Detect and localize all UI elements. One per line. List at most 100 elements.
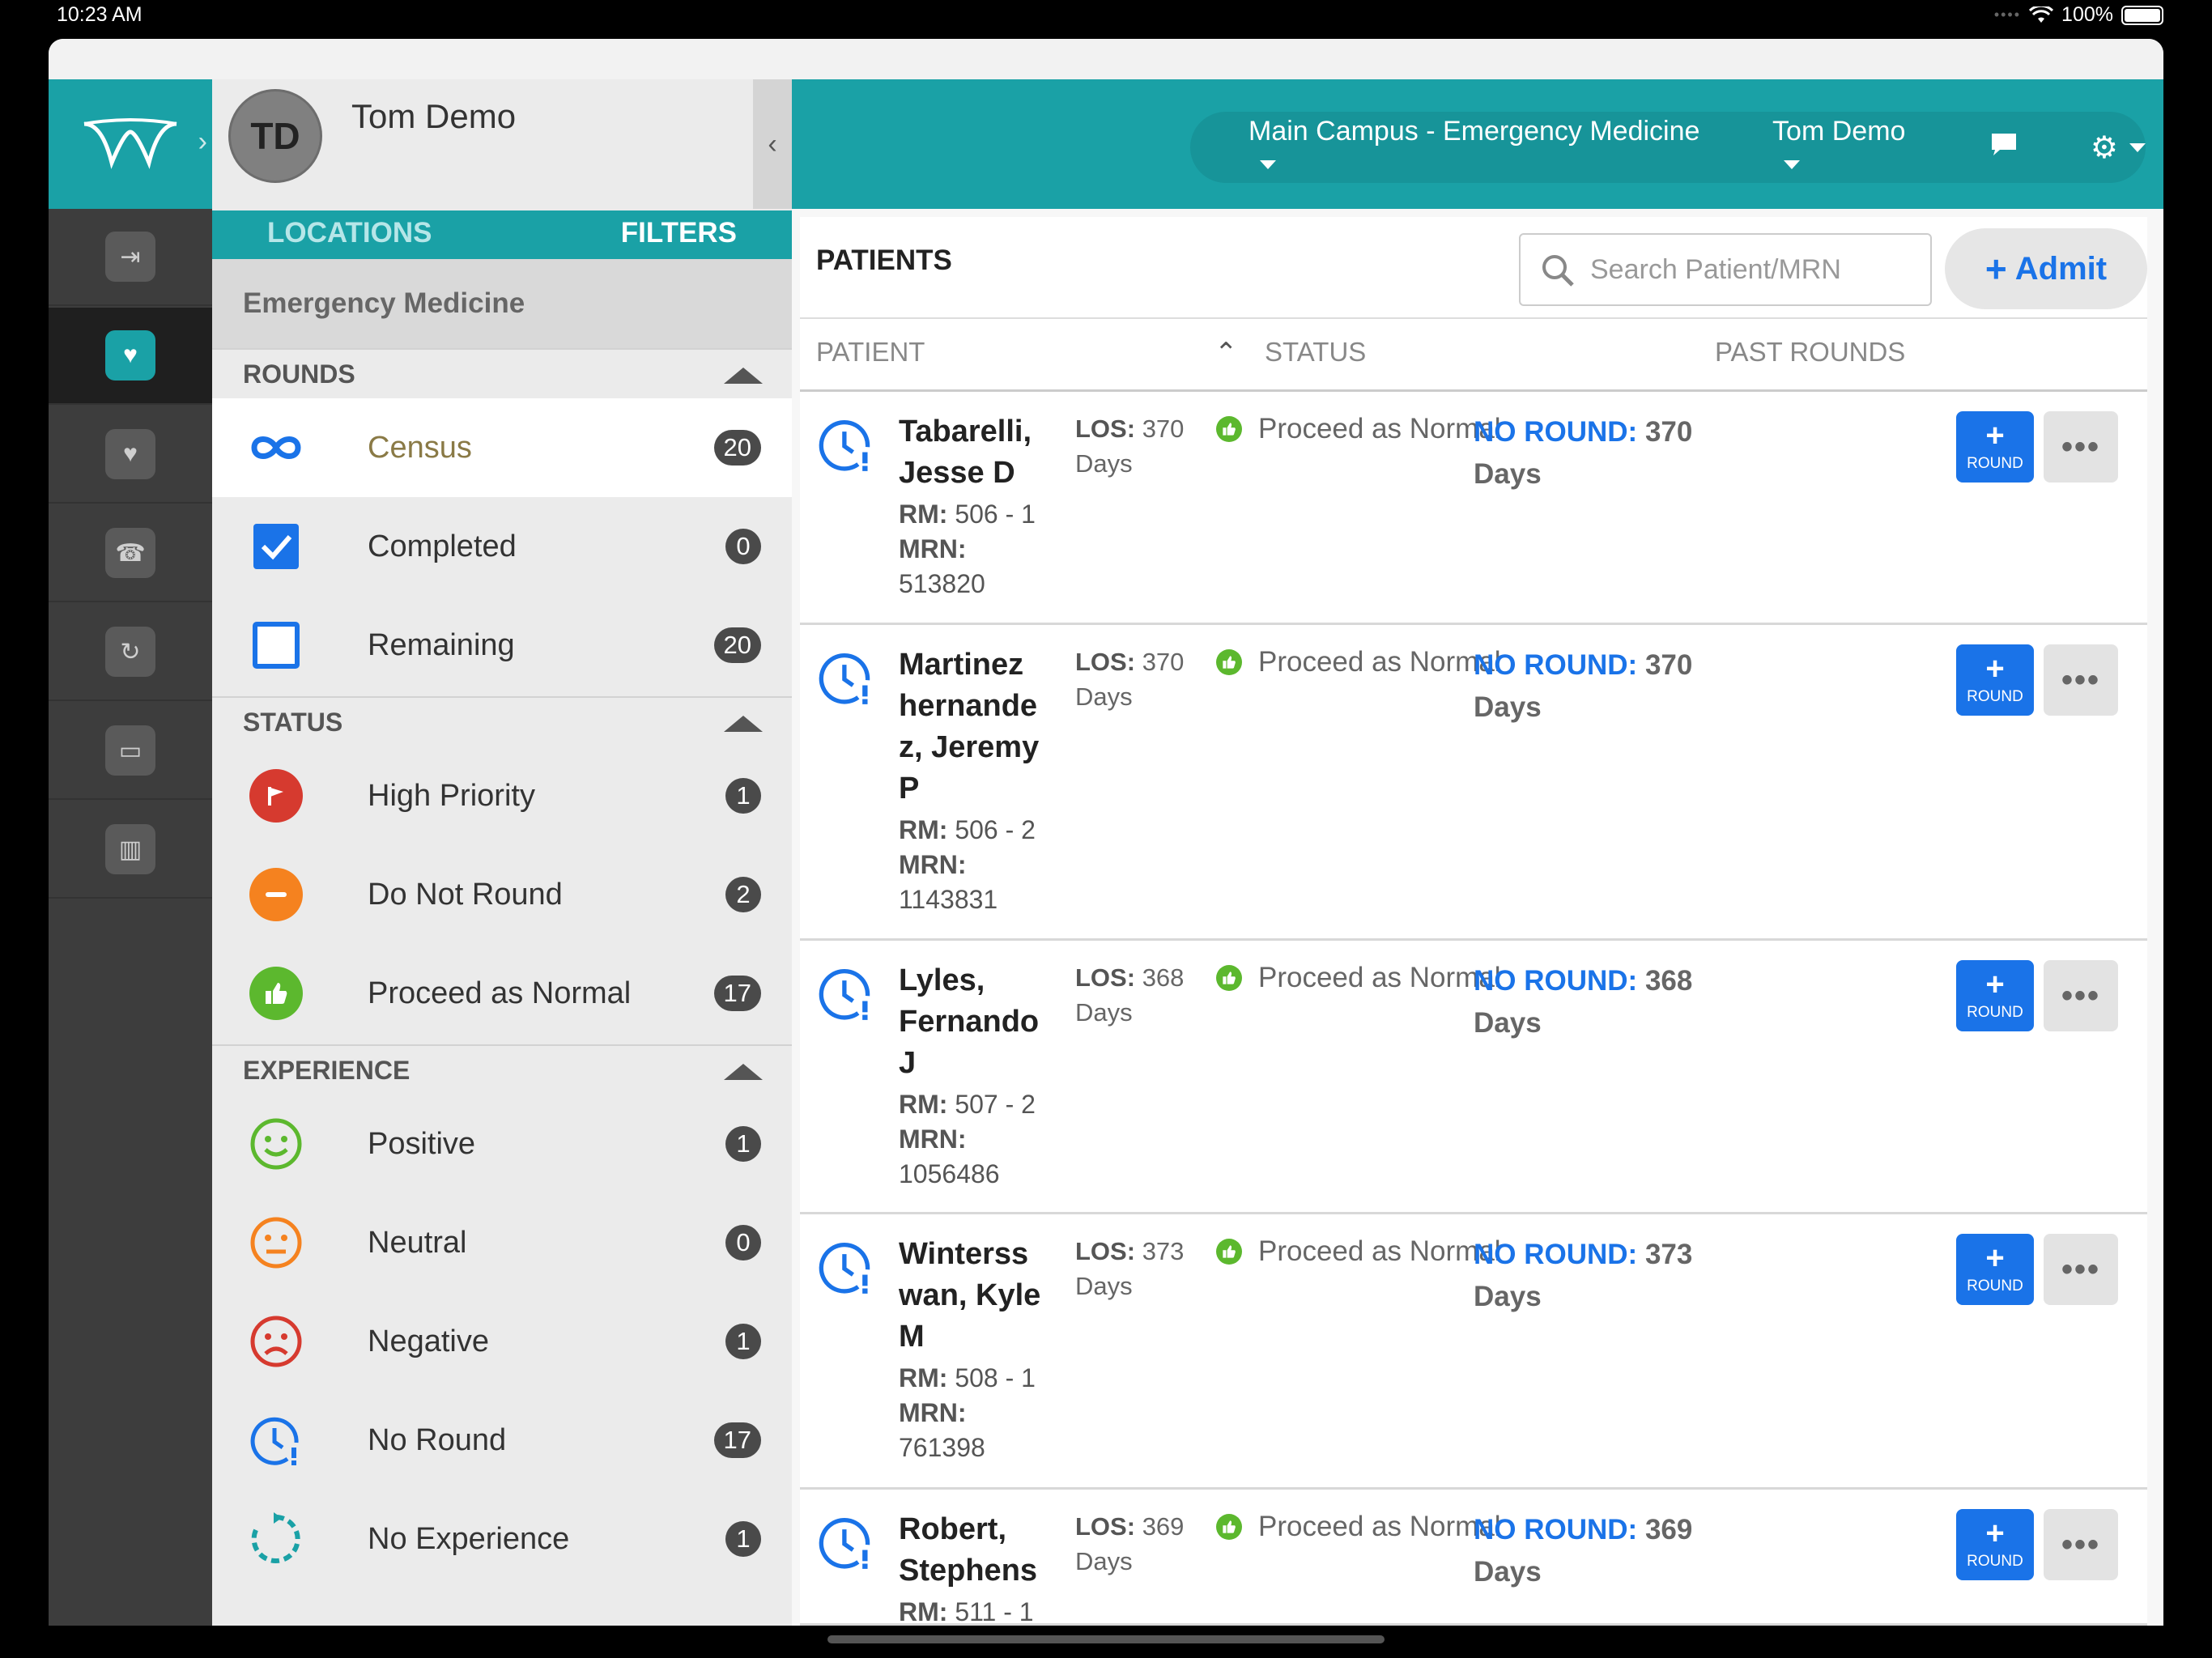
patient-row[interactable]: Martinez hernande z, Jeremy P RM: 506 - 2 M… [800, 625, 2147, 941]
filter-label: High Priority [368, 778, 535, 813]
patient-details: RM: 506 - 1 MRN: 513820 [899, 497, 1036, 602]
count-badge: 1 [725, 778, 761, 814]
rail-item-staff[interactable]: ↻ [49, 604, 212, 701]
patient-name[interactable]: Robert, Stephens [899, 1509, 1057, 1592]
tab-filters[interactable]: FILTERS [621, 217, 737, 249]
sort-ascending-icon[interactable]: ⌃ [1214, 337, 1238, 369]
settings-button[interactable]: ⚙ [2091, 130, 2146, 166]
room-value: 506 - 1 [955, 500, 1036, 529]
col-patient[interactable]: PATIENT [816, 337, 925, 368]
past-rounds-value: 370 [1644, 649, 1693, 681]
status-text: Proceed as Normal [1258, 962, 1501, 993]
rail-item-beds[interactable]: ▭ [49, 703, 212, 800]
no-round-label: NO ROUND: [1474, 965, 1638, 997]
round-label: ROUND [1967, 1004, 2023, 1021]
filter-no-experience[interactable]: No Experience 1 [212, 1490, 792, 1588]
collapse-triangle-icon [724, 1064, 763, 1080]
col-status[interactable]: STATUS [1265, 337, 1366, 368]
bed-search-icon: ▭ [105, 725, 155, 776]
filter-completed[interactable]: Completed 0 [212, 497, 792, 596]
rounding-icon: ♥ [105, 330, 155, 380]
admit-button[interactable]: + Admit [1945, 228, 2147, 309]
col-past-rounds[interactable]: PAST ROUNDS [1715, 337, 1905, 368]
add-round-button[interactable]: + ROUND [1956, 1509, 2034, 1580]
round-label: ROUND [1967, 688, 2023, 705]
message-icon: ♥ [105, 429, 155, 479]
past-rounds: NO ROUND: 368 Days [1474, 960, 1692, 1044]
section-rounds[interactable]: ROUNDS [212, 348, 792, 398]
length-of-stay: LOS: 368 Days [1075, 960, 1184, 1030]
app-window: › ⇥ ♥ ♥ ☎ ↻ ▭ ▥ TD Tom Demo ‹ LOCATIONS … [49, 39, 2163, 1626]
user-dropdown[interactable]: Tom Demo [1772, 116, 1929, 179]
patient-name-line: Robert, [899, 1512, 1006, 1546]
no-round-clock-icon [818, 416, 874, 477]
patient-row[interactable]: Winterss wan, Kyle M RM: 508 - 1 MRN: 76139… [800, 1214, 2147, 1490]
add-round-button[interactable]: + ROUND [1956, 411, 2034, 483]
rail-item-calls[interactable]: ☎ [49, 505, 212, 602]
rail-item-rounding[interactable]: ♥ [49, 308, 212, 405]
filter-remaining[interactable]: Remaining 20 [212, 596, 792, 695]
patient-row[interactable]: Robert, Stephens RM: 511 - 1 LOS: 369 Days… [800, 1490, 2147, 1626]
search-field[interactable]: Search Patient/MRN [1519, 233, 1932, 306]
rail-item-analytics[interactable]: ▥ [49, 801, 212, 899]
chat-button[interactable] [1990, 132, 2018, 164]
patient-row[interactable]: Tabarelli, Jesse D RM: 506 - 1 MRN: 513820… [800, 392, 2147, 625]
filter-high-priority[interactable]: High Priority 1 [212, 746, 792, 845]
past-rounds: NO ROUND: 369 Days [1474, 1509, 1692, 1593]
los-label: LOS: [1075, 963, 1136, 992]
search-input[interactable]: Search Patient/MRN [1590, 254, 1841, 286]
patient-name[interactable]: Tabarelli, Jesse D [899, 411, 1057, 494]
section-status[interactable]: STATUS [212, 696, 792, 746]
filter-census[interactable]: Census 20 [212, 398, 792, 497]
user-profile[interactable]: TD Tom Demo [212, 79, 753, 209]
filter-positive[interactable]: Positive 1 [212, 1095, 792, 1193]
rail-item-messages[interactable]: ♥ [49, 406, 212, 504]
patient-name[interactable]: Winterss wan, Kyle M [899, 1234, 1057, 1358]
checkbox-checked-icon[interactable] [249, 520, 303, 573]
dashed-refresh-icon [249, 1512, 303, 1566]
filter-do-not-round[interactable]: Do Not Round 2 [212, 845, 792, 944]
app-logo[interactable]: › [49, 79, 212, 209]
section-experience[interactable]: EXPERIENCE [212, 1044, 792, 1095]
filter-negative[interactable]: Negative 1 [212, 1292, 792, 1391]
rail-item-logout[interactable]: ⇥ [49, 209, 212, 306]
more-options-button[interactable]: ••• [2044, 1234, 2118, 1305]
add-round-button[interactable]: + ROUND [1956, 960, 2034, 1031]
filter-proceed-as-normal[interactable]: Proceed as Normal 17 [212, 944, 792, 1043]
filter-label: Do Not Round [368, 877, 563, 912]
more-options-button[interactable]: ••• [2044, 411, 2118, 483]
los-value: 369 [1142, 1512, 1185, 1541]
battery-icon [2121, 5, 2163, 25]
filter-label: No Round [368, 1422, 507, 1457]
checkbox-empty-icon[interactable] [249, 619, 303, 672]
user-name: Tom Demo [351, 97, 517, 135]
patient-name-line: wan, Kyle [899, 1278, 1041, 1312]
rm-label: RM: [899, 815, 948, 844]
patient-name[interactable]: Lyles, Fernando J [899, 960, 1057, 1084]
more-options-button[interactable]: ••• [2044, 960, 2118, 1031]
patient-status: Proceed as Normal [1216, 962, 1501, 994]
add-round-button[interactable]: + ROUND [1956, 644, 2034, 716]
filter-panel: TD Tom Demo ‹ LOCATIONS FILTERS Emergenc… [212, 79, 792, 1626]
avatar[interactable]: TD [228, 89, 322, 183]
frown-icon [249, 1315, 303, 1368]
collapse-panel-button[interactable]: ‹ [753, 79, 792, 209]
tab-locations[interactable]: LOCATIONS [267, 217, 432, 249]
home-indicator[interactable] [827, 1635, 1385, 1643]
more-options-button[interactable]: ••• [2044, 644, 2118, 716]
mrn-label: MRN: [899, 1124, 967, 1154]
patient-name-line: M [899, 1320, 925, 1354]
filter-no-round[interactable]: No Round 17 [212, 1391, 792, 1490]
thumbs-up-icon [1216, 1514, 1242, 1540]
los-days: Days [1075, 998, 1133, 1027]
patient-row[interactable]: Lyles, Fernando J RM: 507 - 2 MRN: 1056486 … [800, 941, 2147, 1214]
battery-percent: 100% [2061, 3, 2113, 26]
expand-rail-icon[interactable]: › [198, 126, 207, 158]
more-options-button[interactable]: ••• [2044, 1509, 2118, 1580]
patient-name[interactable]: Martinez hernande z, Jeremy P [899, 644, 1057, 810]
add-round-button[interactable]: + ROUND [1956, 1234, 2034, 1305]
patient-name-line: J [899, 1046, 917, 1080]
filter-neutral[interactable]: Neutral 0 [212, 1193, 792, 1292]
location-dropdown[interactable]: Main Campus - Emergency Medicine [1249, 116, 1714, 179]
los-value: 368 [1142, 963, 1185, 992]
